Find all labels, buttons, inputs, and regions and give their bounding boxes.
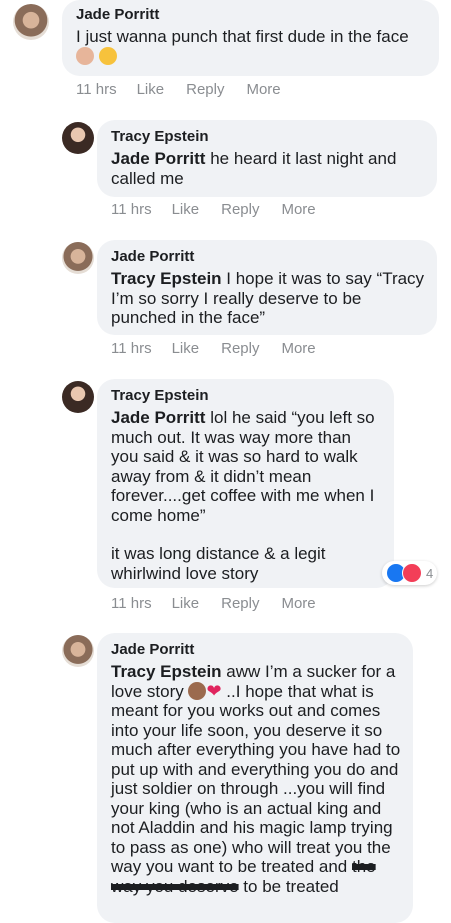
avatar-tracy[interactable] bbox=[62, 381, 94, 413]
comment-bubble: Jade Porritt I just wanna punch that fir… bbox=[62, 0, 439, 76]
like-link[interactable]: Like bbox=[172, 340, 200, 357]
avatar-jade[interactable] bbox=[13, 4, 49, 40]
comment-bubble: Tracy Epstein Jade Porritt lol he said “… bbox=[97, 379, 394, 588]
reply-link[interactable]: Reply bbox=[221, 595, 259, 612]
comment-text: Tracy Epstein aww I’m a sucker for a lov… bbox=[111, 662, 401, 896]
comment-body-end: to be treated bbox=[238, 876, 339, 896]
like-link[interactable]: Like bbox=[172, 595, 200, 612]
comment-bubble: Jade Porritt Tracy Epstein aww I’m a suc… bbox=[97, 633, 413, 923]
mention-link[interactable]: Jade Porritt bbox=[111, 149, 205, 168]
timestamp[interactable]: 11 hrs bbox=[76, 81, 117, 98]
comment-body: I just wanna punch that first dude in th… bbox=[76, 27, 409, 46]
comment-bubble: Jade Porritt Tracy Epstein I hope it was… bbox=[97, 240, 437, 335]
comment-text: I just wanna punch that first dude in th… bbox=[76, 27, 427, 66]
comment-author[interactable]: Jade Porritt bbox=[111, 641, 401, 658]
comment-actions: 11 hrs Like Reply More bbox=[111, 201, 338, 218]
avatar-tracy[interactable] bbox=[62, 122, 94, 154]
avatar-jade[interactable] bbox=[62, 242, 94, 274]
love-reaction-icon bbox=[402, 563, 422, 583]
reactions-count: 4 bbox=[426, 565, 434, 581]
comment-text-second: it was long distance & a legit whirlwind… bbox=[111, 544, 326, 583]
reply-link[interactable]: Reply bbox=[221, 201, 259, 218]
like-link[interactable]: Like bbox=[172, 201, 200, 218]
timestamp[interactable]: 11 hrs bbox=[111, 340, 152, 357]
timestamp[interactable]: 11 hrs bbox=[111, 595, 152, 612]
avatar-jade[interactable] bbox=[62, 635, 94, 667]
reply-link[interactable]: Reply bbox=[221, 340, 259, 357]
reply-link[interactable]: Reply bbox=[186, 81, 224, 98]
comment-text: Jade Porritt lol he said “you left so mu… bbox=[111, 408, 382, 525]
mention-link[interactable]: Jade Porritt bbox=[111, 408, 205, 427]
timestamp[interactable]: 11 hrs bbox=[111, 201, 152, 218]
comment-text: Tracy Epstein I hope it was to say “Trac… bbox=[111, 269, 425, 328]
more-link[interactable]: More bbox=[281, 595, 315, 612]
comment-actions: 11 hrs Like Reply More bbox=[76, 81, 303, 98]
comment-author[interactable]: Tracy Epstein bbox=[111, 128, 425, 145]
comment-author[interactable]: Jade Porritt bbox=[111, 248, 425, 265]
comment-actions: 11 hrs Like Reply More bbox=[111, 595, 338, 612]
comment-author[interactable]: Jade Porritt bbox=[76, 6, 427, 23]
facepalm-emoji-icon bbox=[76, 46, 94, 65]
comment-actions: 11 hrs Like Reply More bbox=[111, 340, 338, 357]
comment-text: Jade Porritt he heard it last night and … bbox=[111, 149, 425, 188]
mention-link[interactable]: Tracy Epstein bbox=[111, 269, 222, 288]
reactions-summary[interactable]: 4 bbox=[382, 561, 438, 585]
comment-body-continued: ..I hope that what is meant for you work… bbox=[111, 681, 401, 877]
more-link[interactable]: More bbox=[281, 340, 315, 357]
see-no-evil-monkey-icon bbox=[188, 681, 207, 700]
like-link[interactable]: Like bbox=[137, 81, 165, 98]
comment-bubble: Tracy Epstein Jade Porritt he heard it l… bbox=[97, 120, 437, 197]
mention-link[interactable]: Tracy Epstein bbox=[111, 662, 222, 681]
more-link[interactable]: More bbox=[281, 201, 315, 218]
more-link[interactable]: More bbox=[246, 81, 280, 98]
red-heart-icon: ❤ bbox=[206, 680, 222, 701]
laughing-emoji-icon bbox=[98, 46, 117, 65]
comment-author[interactable]: Tracy Epstein bbox=[111, 387, 382, 404]
